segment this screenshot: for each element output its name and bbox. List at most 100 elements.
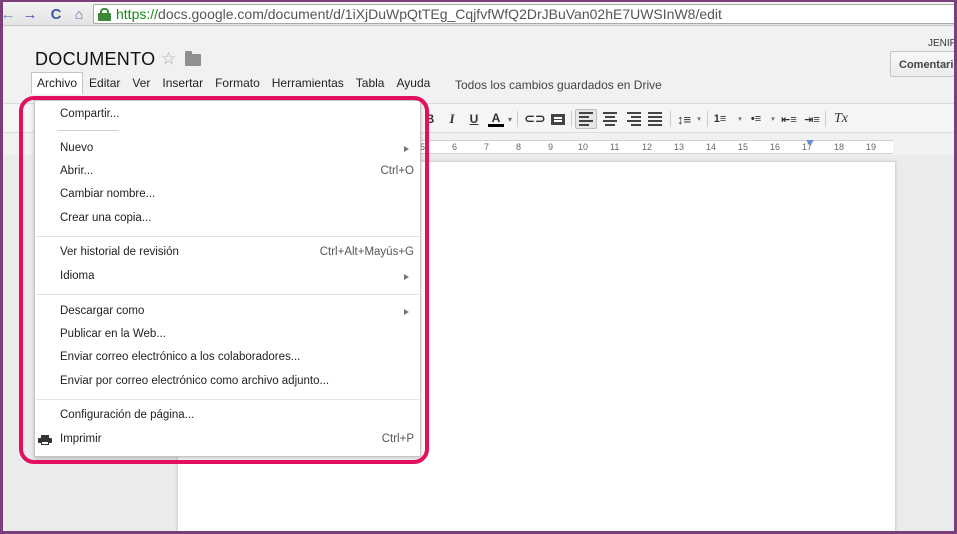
menu-divider — [36, 294, 419, 295]
submenu-arrow-icon — [404, 309, 409, 315]
menu-item-page-setup[interactable]: Configuración de página... — [35, 405, 420, 427]
menu-item-label: Descargar como — [60, 305, 145, 317]
menu-item-label: Publicar en la Web... — [60, 328, 166, 340]
forward-arrow-icon[interactable]: → — [21, 5, 39, 23]
link-icon[interactable]: ⊂⊃ — [524, 109, 546, 129]
menu-item-label: Cambiar nombre... — [60, 188, 156, 200]
underline-button[interactable]: U — [465, 109, 483, 129]
menu-tabla[interactable]: Tabla — [350, 72, 391, 94]
menu-archivo[interactable]: Archivo — [31, 72, 84, 94]
ruler-mark: 8 — [516, 142, 522, 152]
reload-icon[interactable]: C — [47, 5, 65, 23]
menu-item-label: Ver historial de revisión — [60, 246, 179, 258]
clear-formatting-icon[interactable]: Tx — [832, 109, 850, 129]
menu-item-label: Enviar por correo electrónico como archi… — [60, 375, 330, 387]
bulleted-list-caret-icon[interactable]: ▾ — [769, 109, 777, 129]
menu-item-rename[interactable]: Cambiar nombre... — [35, 184, 420, 206]
address-bar[interactable]: https:// docs.google.com/document/d/1iXj… — [93, 4, 954, 24]
numbered-list-caret-icon[interactable]: ▾ — [736, 109, 744, 129]
menu-herramientas[interactable]: Herramientas — [266, 72, 350, 94]
menu-item-label: Idioma — [60, 270, 95, 282]
user-name[interactable]: JENIF — [928, 38, 954, 49]
menu-item-email-attachment[interactable]: Enviar por correo electrónico como archi… — [35, 371, 420, 393]
lock-icon — [98, 7, 111, 21]
menu-bar: Archivo Editar Ver Insertar Formato Herr… — [31, 72, 436, 94]
folder-icon[interactable] — [185, 51, 201, 66]
ruler-mark: 16 — [770, 142, 781, 152]
toolbar-divider — [670, 111, 671, 127]
ruler-mark: 15 — [738, 142, 749, 152]
ruler-mark: 10 — [578, 142, 589, 152]
menu-item-revision-history[interactable]: Ver historial de revisión Ctrl+Alt+Mayús… — [35, 242, 420, 264]
menu-item-share[interactable]: Compartir... — [35, 104, 420, 126]
menu-item-publish-web[interactable]: Publicar en la Web... — [35, 324, 420, 346]
menu-item-open[interactable]: Abrir... Ctrl+O — [35, 161, 420, 183]
toolbar-divider — [825, 111, 826, 127]
italic-button[interactable]: I — [443, 109, 461, 129]
menu-item-label: Compartir... — [60, 108, 120, 120]
menu-insertar[interactable]: Insertar — [156, 72, 209, 94]
ruler-mark: 18 — [834, 142, 845, 152]
back-arrow-icon[interactable]: ← — [3, 5, 17, 23]
menu-item-label: Crear una copia... — [60, 212, 152, 224]
ruler-mark: 7 — [484, 142, 490, 152]
align-right-icon[interactable] — [622, 109, 644, 129]
menu-item-language[interactable]: Idioma — [35, 266, 420, 288]
menu-ayuda[interactable]: Ayuda — [390, 72, 436, 94]
printer-icon — [38, 435, 52, 445]
toolbar-divider — [517, 111, 518, 127]
url-path: docs.google.com/document/d/1iXjDuWpQtTEg… — [158, 6, 722, 22]
menu-item-label: Configuración de página... — [60, 409, 195, 421]
align-center-icon[interactable] — [599, 109, 621, 129]
menu-item-label: Imprimir — [60, 433, 102, 445]
menu-item-shortcut: Ctrl+P — [381, 433, 414, 445]
align-left-icon[interactable] — [575, 109, 597, 129]
text-color-caret-icon[interactable]: ▾ — [506, 109, 514, 129]
menu-ver[interactable]: Ver — [126, 72, 156, 94]
line-spacing-icon[interactable]: ↕≡ — [675, 109, 693, 129]
toolbar-divider — [707, 111, 708, 127]
menu-item-new[interactable]: Nuevo — [35, 138, 420, 160]
menu-item-email-collaborators[interactable]: Enviar correo electrónico a los colabora… — [35, 347, 420, 369]
star-icon[interactable]: ☆ — [161, 49, 176, 69]
bold-button[interactable]: B — [421, 109, 439, 129]
menu-divider — [36, 399, 419, 400]
decrease-indent-icon[interactable]: ⇤≡ — [780, 109, 798, 129]
text-color-letter: A — [491, 110, 501, 125]
menu-editar[interactable]: Editar — [83, 72, 126, 94]
menu-item-label: Enviar correo electrónico a los colabora… — [60, 351, 301, 363]
comment-icon[interactable] — [549, 109, 567, 129]
align-justify-icon[interactable] — [644, 109, 666, 129]
toolbar-divider — [571, 111, 572, 127]
line-spacing-caret-icon[interactable]: ▾ — [695, 109, 703, 129]
numbered-list-icon[interactable]: 1≡ — [711, 109, 729, 129]
text-color-button[interactable]: A — [487, 109, 505, 129]
menu-item-shortcut: Ctrl+O — [380, 165, 414, 177]
increase-indent-icon[interactable]: ⇥≡ — [803, 109, 821, 129]
menu-item-print[interactable]: Imprimir Ctrl+P — [35, 429, 420, 451]
ruler-mark: 11 — [610, 142, 620, 152]
divider — [57, 130, 119, 131]
ruler-mark: 9 — [548, 142, 554, 152]
ruler-mark: 13 — [674, 142, 685, 152]
ruler-mark: 6 — [452, 142, 458, 152]
menu-item-download-as[interactable]: Descargar como — [35, 301, 420, 323]
text-color-swatch — [488, 123, 504, 127]
menu-item-label: Nuevo — [60, 142, 94, 154]
comments-button[interactable]: Comentarios — [890, 51, 954, 77]
home-icon[interactable]: ⌂ — [70, 5, 88, 23]
bulleted-list-icon[interactable]: •≡ — [747, 109, 765, 129]
file-menu-dropdown: Compartir... Nuevo Abrir... Ctrl+O Cambi… — [34, 100, 421, 457]
save-status: Todos los cambios guardados en Drive — [455, 78, 662, 92]
menu-item-label: Abrir... — [60, 165, 94, 177]
document-title[interactable]: DOCUMENTO — [35, 49, 155, 70]
menu-formato[interactable]: Formato — [209, 72, 266, 94]
ruler-mark: 12 — [642, 142, 653, 152]
submenu-arrow-icon — [404, 146, 409, 152]
right-indent-marker[interactable] — [806, 140, 814, 146]
menu-divider — [36, 236, 419, 237]
menu-item-shortcut: Ctrl+Alt+Mayús+G — [319, 246, 414, 258]
submenu-arrow-icon — [404, 274, 409, 280]
menu-item-make-copy[interactable]: Crear una copia... — [35, 208, 420, 230]
url-scheme: https:// — [116, 6, 159, 22]
